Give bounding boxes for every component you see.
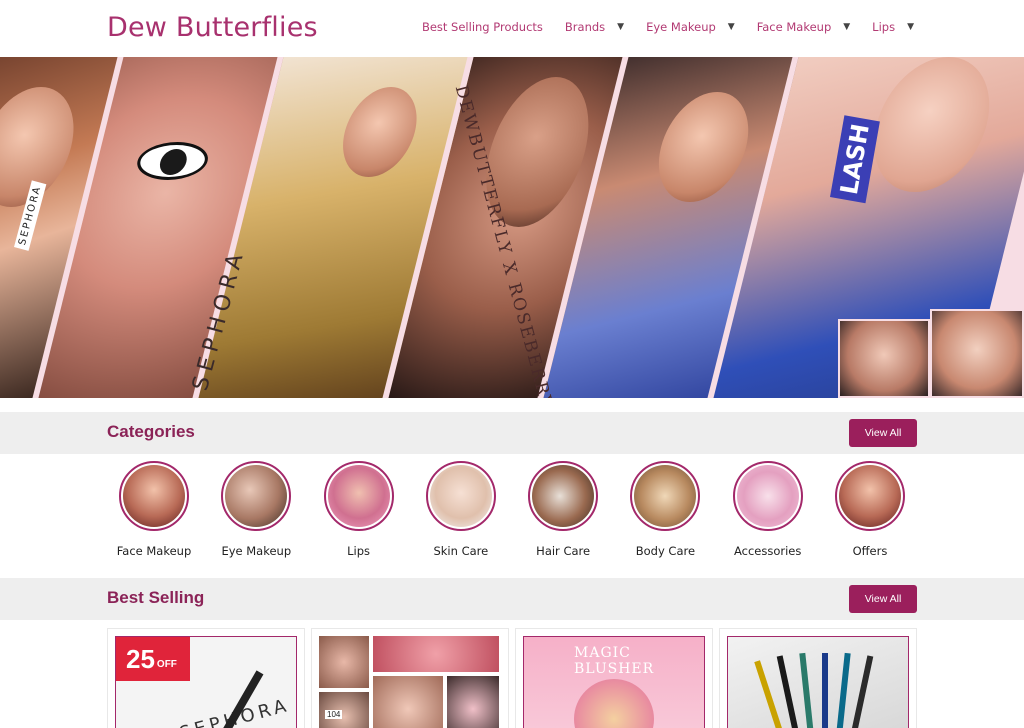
category-image	[119, 461, 189, 531]
nav-label: Lips	[872, 20, 896, 34]
nav-eye-makeup[interactable]: Eye Makeup ▼	[646, 20, 735, 34]
category-image	[732, 461, 803, 531]
category-label: Skin Care	[433, 544, 489, 558]
site-logo[interactable]: Dew Butterflies	[107, 12, 318, 43]
product-count: 104	[325, 710, 343, 719]
collage-photo: 104	[319, 692, 369, 728]
category-image	[323, 461, 394, 531]
category-offers[interactable]: Offers	[823, 461, 917, 558]
category-eye-makeup[interactable]: Eye Makeup	[209, 461, 303, 558]
category-face-makeup[interactable]: Face Makeup	[107, 461, 201, 558]
category-label: Lips	[347, 544, 371, 558]
category-list: Face Makeup Eye Makeup Lips Skin Care Ha…	[107, 461, 917, 558]
discount-value: 25	[126, 643, 155, 674]
collage-photo	[373, 676, 443, 728]
product-brand-text: MAGIC BLUSHER	[574, 645, 655, 677]
category-label: Body Care	[635, 544, 696, 558]
site-header: Dew Butterflies Best Selling Products Br…	[0, 0, 1024, 57]
category-label: Face Makeup	[116, 544, 192, 558]
main-nav: Best Selling Products Brands ▼ Eye Makeu…	[422, 20, 914, 34]
hero-banner[interactable]: DEWBUTTERFLY X ROSEBERRY SEPHORA SEPHORA…	[0, 57, 1024, 398]
discount-badge: 25 OFF	[116, 637, 190, 681]
chevron-down-icon[interactable]: ▼	[617, 22, 624, 32]
section-title: Best Selling	[107, 588, 205, 607]
category-image	[528, 461, 599, 531]
model-face	[859, 57, 1004, 192]
chevron-down-icon[interactable]: ▼	[843, 22, 850, 32]
product-card[interactable]: MAGIC BLUSHER	[515, 628, 713, 728]
product-image	[727, 636, 909, 728]
pencil	[799, 652, 815, 728]
collage-photo	[319, 636, 369, 688]
nav-label: Best Selling Products	[421, 20, 543, 34]
product-image: 25OFF SEPHORA	[115, 636, 297, 728]
category-label: Offers	[852, 544, 888, 558]
section-title: Categories	[107, 422, 195, 441]
discount-suffix: OFF	[156, 658, 177, 670]
nav-best-selling-products[interactable]: Best Selling Products	[422, 20, 543, 34]
category-label: Accessories	[733, 544, 802, 558]
category-accessories[interactable]: Accessories	[721, 461, 815, 558]
product-card[interactable]	[719, 628, 917, 728]
pencil	[848, 655, 874, 728]
best-selling-header: Best Selling View All	[0, 578, 1024, 620]
blush-compact	[574, 679, 654, 728]
category-skin-care[interactable]: Skin Care	[414, 461, 508, 558]
model-face	[647, 92, 760, 202]
pencil	[822, 653, 828, 728]
nav-brands[interactable]: Brands ▼	[565, 20, 624, 34]
pencil	[776, 655, 802, 728]
category-label: Eye Makeup	[221, 544, 292, 558]
category-body-care[interactable]: Body Care	[618, 461, 712, 558]
view-all-button[interactable]: View All	[849, 419, 917, 447]
product-image: MAGIC BLUSHER	[523, 636, 705, 728]
nav-label: Brands	[564, 20, 606, 34]
nav-face-makeup[interactable]: Face Makeup ▼	[757, 20, 850, 34]
product-image: 104	[319, 636, 501, 728]
nav-label: Face Makeup	[756, 20, 832, 34]
nav-label: Eye Makeup	[646, 20, 716, 34]
nav-lips[interactable]: Lips ▼	[872, 20, 914, 34]
collage-photo	[373, 636, 499, 672]
category-image	[221, 461, 292, 531]
category-image	[834, 461, 905, 531]
product-card[interactable]: 104	[311, 628, 509, 728]
category-image	[630, 461, 701, 531]
hero-inset-photo	[930, 309, 1024, 398]
category-label: Hair Care	[536, 544, 591, 558]
pencil	[835, 652, 851, 728]
category-hair-care[interactable]: Hair Care	[516, 461, 610, 558]
collage-photo	[447, 676, 499, 728]
view-all-button[interactable]: View All	[849, 585, 917, 613]
category-image	[425, 461, 496, 531]
categories-header: Categories View All	[0, 412, 1024, 454]
product-card[interactable]: 25OFF SEPHORA	[107, 628, 305, 728]
chevron-down-icon[interactable]: ▼	[728, 22, 735, 32]
chevron-down-icon[interactable]: ▼	[907, 22, 914, 32]
model-face	[333, 87, 427, 177]
category-lips[interactable]: Lips	[312, 461, 406, 558]
hero-inset-photo	[838, 319, 930, 398]
product-grid: 25OFF SEPHORA 104 MAGIC BLUSHER	[107, 628, 917, 728]
